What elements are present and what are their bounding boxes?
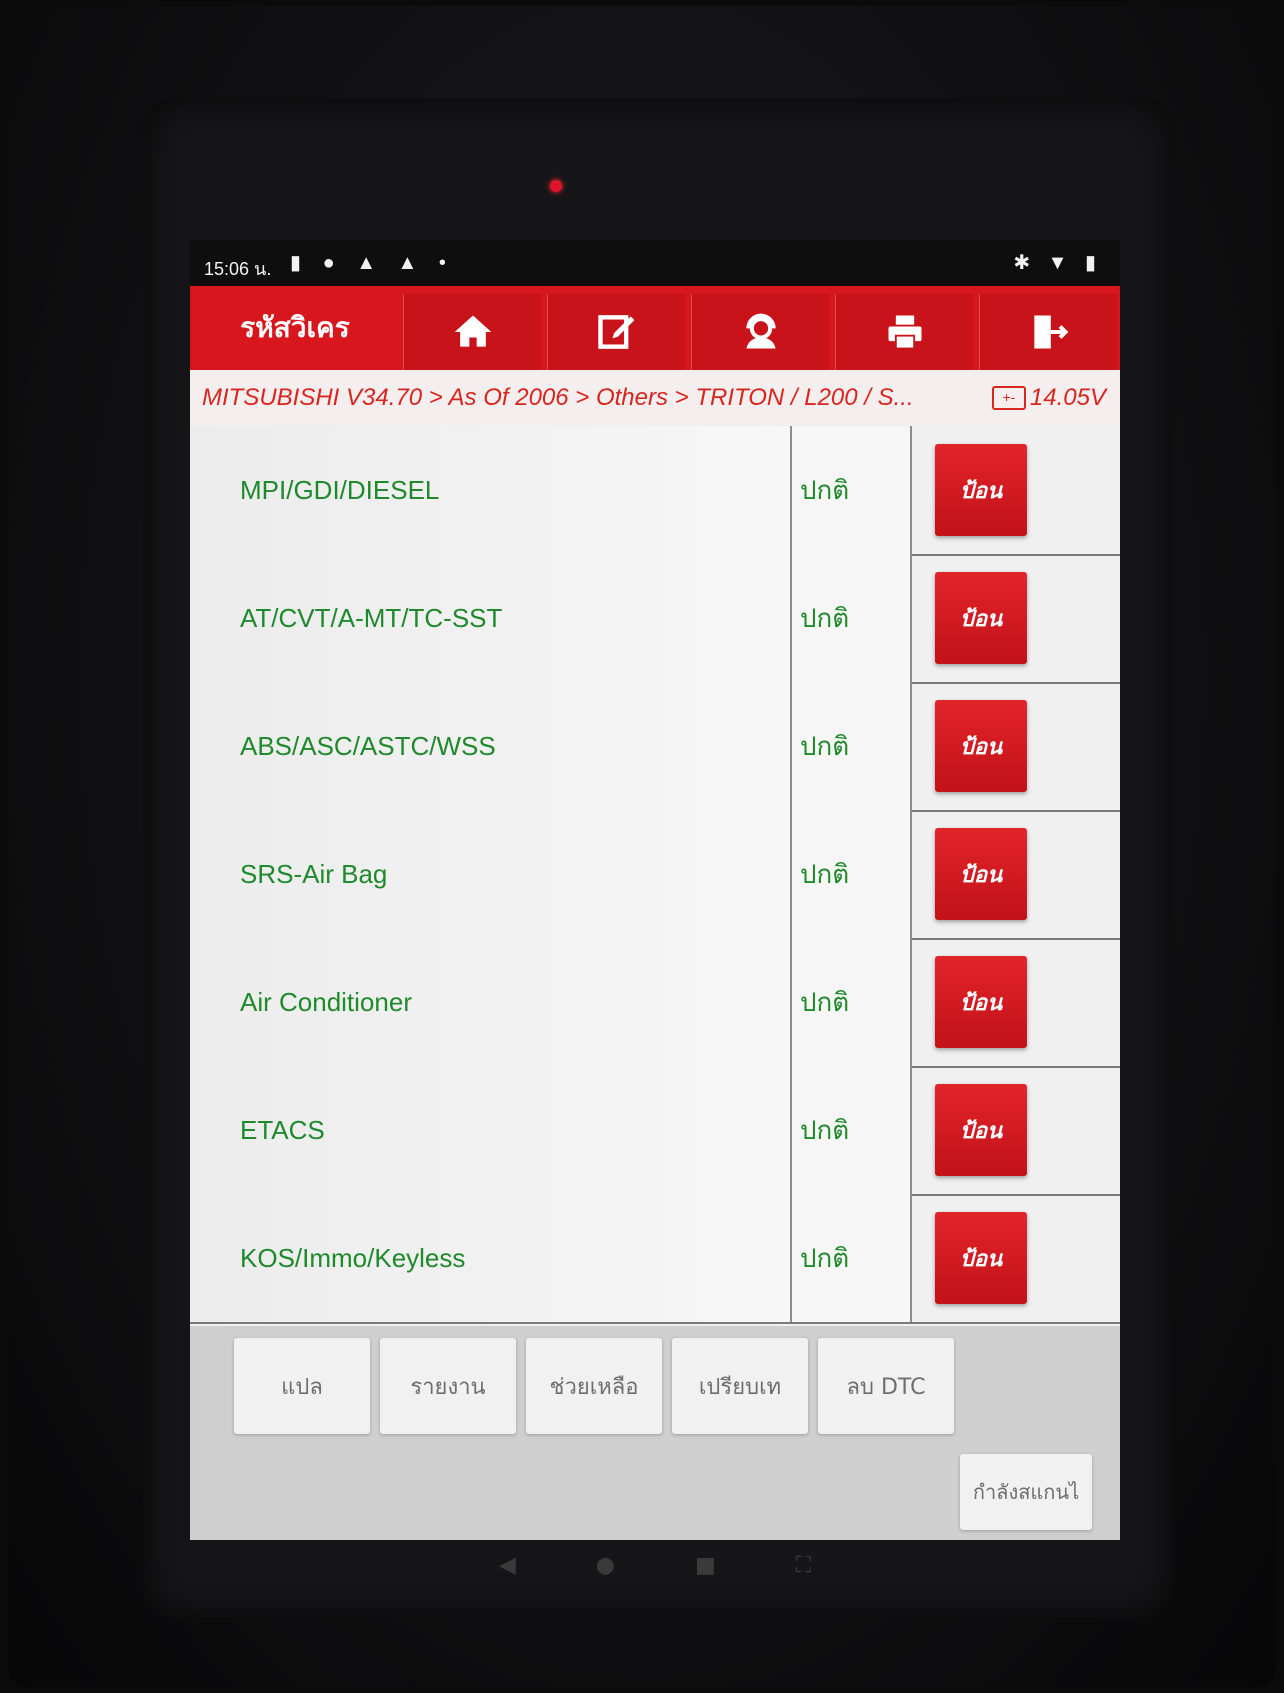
- system-name-cell: MPI/GDI/DIESEL: [190, 426, 792, 554]
- report-button[interactable]: รายงาน: [380, 1338, 516, 1434]
- system-name: AT/CVT/A-MT/TC-SST: [240, 602, 503, 633]
- breadcrumb: MITSUBISHI V34.70 > As Of 2006 > Others …: [190, 370, 1120, 426]
- print-icon: [888, 315, 921, 350]
- exit-icon: [1033, 315, 1068, 349]
- system-status: ปกติ: [800, 603, 850, 634]
- system-status-icons: ✱ ▼ ▮: [1013, 252, 1102, 274]
- system-status: ปกติ: [800, 859, 850, 890]
- system-status: ปกติ: [800, 475, 850, 506]
- recents-icon[interactable]: ■: [695, 1553, 716, 1578]
- scanning-button[interactable]: กำลังสแกนไ: [960, 1454, 1092, 1530]
- system-name: KOS/Immo/Keyless: [240, 1242, 466, 1273]
- list-item: MPI/GDI/DIESEL ปกติ ป้อน: [190, 426, 1120, 556]
- system-name-cell: ABS/ASC/ASTC/WSS: [190, 682, 792, 810]
- system-list: MPI/GDI/DIESEL ปกติ ป้อน AT/CVT/A-MT/TC-…: [190, 426, 1120, 1326]
- list-item: SRS-Air Bag ปกติ ป้อน: [190, 810, 1120, 940]
- status-bar: 15:06 น. ▮ ● ▲ ▲ • ✱ ▼ ▮: [190, 240, 1120, 286]
- camera-indicator-light: [550, 180, 562, 192]
- system-status-cell: ปกติ: [792, 1066, 912, 1194]
- system-status-cell: ปกติ: [792, 682, 912, 810]
- android-nav-bar: ◀ ● ■ ⛶: [190, 1540, 1120, 1590]
- system-name-cell: Air Conditioner: [190, 938, 792, 1066]
- back-icon[interactable]: ◀: [499, 1553, 516, 1578]
- battery-voltage: +- 14.05V: [991, 370, 1106, 426]
- compare-button[interactable]: เปรียบเท: [672, 1338, 808, 1434]
- app-screen: 15:06 น. ▮ ● ▲ ▲ • ✱ ▼ ▮ รหัสวิเคร MITSU…: [190, 240, 1120, 1540]
- status-time: 15:06 น.: [204, 259, 272, 279]
- help-button[interactable]: ช่วยเหลือ: [526, 1338, 662, 1434]
- system-status-cell: ปกติ: [792, 426, 912, 554]
- voltage-value: 14.05V: [1029, 384, 1106, 411]
- enter-button[interactable]: ป้อน: [935, 828, 1027, 920]
- system-name: ETACS: [240, 1114, 325, 1145]
- page-title: รหัสวิเคร: [240, 311, 350, 344]
- system-status: ปกติ: [800, 731, 850, 762]
- enter-button[interactable]: ป้อน: [935, 1084, 1027, 1176]
- support-button[interactable]: [691, 294, 829, 370]
- notification-icons: ▮ ● ▲ ▲ •: [290, 252, 454, 274]
- clear-dtc-button[interactable]: ลบ DTC: [818, 1338, 954, 1434]
- screenshot-icon[interactable]: ⛶: [796, 1553, 811, 1578]
- system-status-cell: ปกติ: [792, 1194, 912, 1322]
- system-status: ปกติ: [800, 1243, 850, 1274]
- system-status-cell: ปกติ: [792, 810, 912, 938]
- edit-button[interactable]: [547, 294, 685, 370]
- system-name: SRS-Air Bag: [240, 858, 388, 889]
- system-name-cell: KOS/Immo/Keyless: [190, 1194, 792, 1322]
- system-status-cell: ปกติ: [792, 554, 912, 682]
- system-name: ABS/ASC/ASTC/WSS: [240, 730, 496, 761]
- list-item: ABS/ASC/ASTC/WSS ปกติ ป้อน: [190, 682, 1120, 812]
- support-icon: [745, 313, 776, 349]
- list-item: AT/CVT/A-MT/TC-SST ปกติ ป้อน: [190, 554, 1120, 684]
- exit-button[interactable]: [979, 294, 1117, 370]
- home-nav-icon[interactable]: ●: [596, 1553, 615, 1578]
- system-name: MPI/GDI/DIESEL: [240, 474, 440, 505]
- translate-button[interactable]: แปล: [234, 1338, 370, 1434]
- enter-button[interactable]: ป้อน: [935, 444, 1027, 536]
- enter-button[interactable]: ป้อน: [935, 956, 1027, 1048]
- list-item: ETACS ปกติ ป้อน: [190, 1066, 1120, 1196]
- battery-icon: +-: [991, 386, 1026, 410]
- system-name-cell: ETACS: [190, 1066, 792, 1194]
- breadcrumb-path: MITSUBISHI V34.70 > As Of 2006 > Others …: [202, 384, 914, 411]
- system-status: ปกติ: [800, 987, 850, 1018]
- top-toolbar: รหัสวิเคร: [190, 286, 1120, 370]
- system-name: Air Conditioner: [240, 986, 412, 1017]
- enter-button[interactable]: ป้อน: [935, 700, 1027, 792]
- enter-button[interactable]: ป้อน: [935, 1212, 1027, 1304]
- list-item: Air Conditioner ปกติ ป้อน: [190, 938, 1120, 1068]
- system-name-cell: AT/CVT/A-MT/TC-SST: [190, 554, 792, 682]
- system-name-cell: SRS-Air Bag: [190, 810, 792, 938]
- print-button[interactable]: [835, 294, 973, 370]
- bottom-action-bar: แปล รายงาน ช่วยเหลือ เปรียบเท ลบ DTC กำล…: [190, 1326, 1120, 1540]
- home-button[interactable]: [403, 294, 541, 370]
- system-status-cell: ปกติ: [792, 938, 912, 1066]
- system-status: ปกติ: [800, 1115, 850, 1146]
- enter-button[interactable]: ป้อน: [935, 572, 1027, 664]
- edit-icon: [597, 315, 634, 349]
- list-item: KOS/Immo/Keyless ปกติ ป้อน: [190, 1194, 1120, 1324]
- home-icon: [454, 315, 491, 347]
